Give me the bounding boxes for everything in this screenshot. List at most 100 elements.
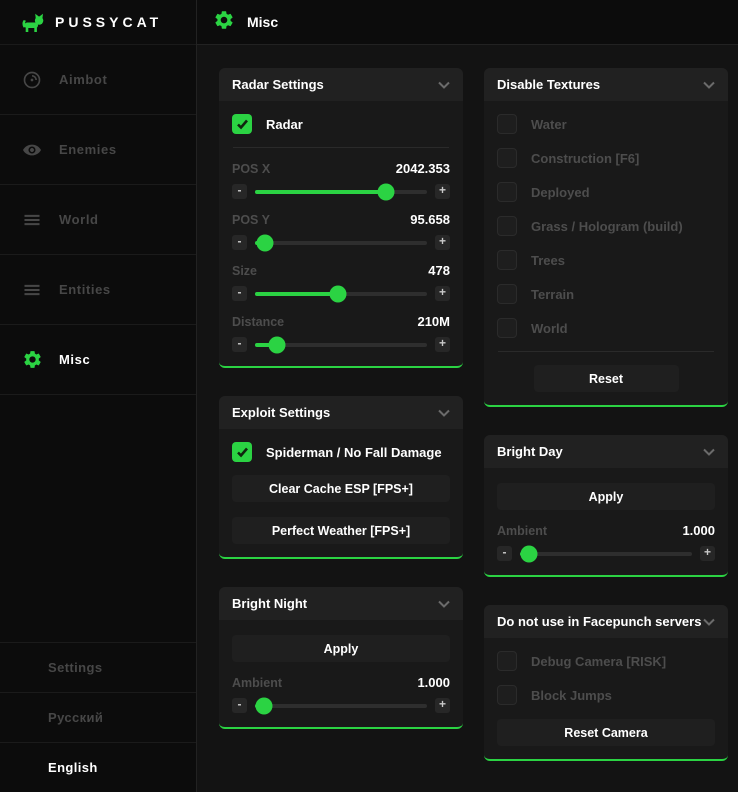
minus-button[interactable]: - bbox=[232, 286, 247, 301]
sidebar-item-label: Enemies bbox=[59, 142, 117, 157]
slider-label: Ambient bbox=[497, 524, 547, 538]
ambient-slider[interactable]: - + bbox=[232, 697, 450, 714]
checkbox-checked[interactable] bbox=[232, 442, 252, 462]
reset-camera-button[interactable]: Reset Camera bbox=[497, 719, 715, 746]
plus-button[interactable]: + bbox=[700, 546, 715, 561]
distance-slider-group: Distance 210M - + bbox=[232, 314, 450, 353]
posy-slider[interactable]: - + bbox=[232, 234, 450, 251]
slider-value: 1.000 bbox=[682, 523, 715, 538]
slider-thumb[interactable] bbox=[257, 234, 274, 251]
checkbox-unchecked[interactable] bbox=[497, 318, 517, 338]
content: Radar Settings Radar bbox=[197, 45, 738, 792]
plus-button[interactable]: + bbox=[435, 337, 450, 352]
minus-button[interactable]: - bbox=[232, 698, 247, 713]
posx-slider-group: POS X 2042.353 - + bbox=[232, 161, 450, 200]
plus-button[interactable]: + bbox=[435, 286, 450, 301]
deployed-checkbox-row[interactable]: Deployed bbox=[497, 182, 715, 202]
checkbox-checked[interactable] bbox=[232, 114, 252, 134]
exploit-settings-header[interactable]: Exploit Settings bbox=[219, 396, 463, 429]
apply-button[interactable]: Apply bbox=[232, 635, 450, 662]
block-jumps-checkbox-row[interactable]: Block Jumps bbox=[497, 685, 715, 705]
slider-value: 95.658 bbox=[410, 212, 450, 227]
water-checkbox-row[interactable]: Water bbox=[497, 114, 715, 134]
checkbox-label: World bbox=[531, 321, 568, 336]
perfect-weather-button[interactable]: Perfect Weather [FPS+] bbox=[232, 517, 450, 544]
size-slider[interactable]: - + bbox=[232, 285, 450, 302]
slider-thumb[interactable] bbox=[255, 697, 272, 714]
checkbox-unchecked[interactable] bbox=[497, 284, 517, 304]
radar-settings-header[interactable]: Radar Settings bbox=[219, 68, 463, 101]
slider-track[interactable] bbox=[255, 704, 427, 708]
plus-button[interactable]: + bbox=[435, 235, 450, 250]
panel-title: Bright Night bbox=[232, 596, 307, 611]
sidebar-item-language-english[interactable]: English bbox=[0, 742, 196, 792]
sidebar-item-aimbot[interactable]: Aimbot bbox=[0, 45, 196, 115]
slider-thumb[interactable] bbox=[520, 545, 537, 562]
slider-track[interactable] bbox=[520, 552, 692, 556]
app-window: PUSSYCAT Aimbot Enemies bbox=[0, 0, 738, 792]
slider-thumb[interactable] bbox=[329, 285, 346, 302]
slider-label: Distance bbox=[232, 315, 284, 329]
checkbox-label: Debug Camera [RISK] bbox=[531, 654, 666, 669]
checkbox-unchecked[interactable] bbox=[497, 250, 517, 270]
sidebar-item-language-russian[interactable]: Русский bbox=[0, 692, 196, 742]
ambient-slider-group: Ambient 1.000 - + bbox=[232, 675, 450, 714]
plus-button[interactable]: + bbox=[435, 698, 450, 713]
radar-toggle[interactable]: Radar bbox=[232, 114, 450, 134]
minus-button[interactable]: - bbox=[232, 184, 247, 199]
slider-track[interactable] bbox=[255, 343, 427, 347]
construction-checkbox-row[interactable]: Construction [F6] bbox=[497, 148, 715, 168]
checkbox-unchecked[interactable] bbox=[497, 182, 517, 202]
minus-button[interactable]: - bbox=[232, 337, 247, 352]
apply-button[interactable]: Apply bbox=[497, 483, 715, 510]
minus-button[interactable]: - bbox=[497, 546, 512, 561]
checkbox-unchecked[interactable] bbox=[497, 685, 517, 705]
chevron-down-icon bbox=[703, 448, 715, 456]
slider-track[interactable] bbox=[255, 190, 427, 194]
slider-value: 478 bbox=[428, 263, 450, 278]
facepunch-header[interactable]: Do not use in Facepunch servers bbox=[484, 605, 728, 638]
divider bbox=[498, 351, 714, 352]
slider-label: Ambient bbox=[232, 676, 282, 690]
gear-icon bbox=[21, 349, 43, 371]
sidebar-item-settings[interactable]: Settings bbox=[0, 642, 196, 692]
world-checkbox-row[interactable]: World bbox=[497, 318, 715, 338]
slider-thumb[interactable] bbox=[377, 183, 394, 200]
clear-cache-esp-button[interactable]: Clear Cache ESP [FPS+] bbox=[232, 475, 450, 502]
bright-day-panel: Bright Day Apply Ambient 1.000 - bbox=[484, 435, 728, 577]
checkbox-unchecked[interactable] bbox=[497, 148, 517, 168]
disable-textures-header[interactable]: Disable Textures bbox=[484, 68, 728, 101]
sidebar-item-label: World bbox=[59, 212, 99, 227]
minus-button[interactable]: - bbox=[232, 235, 247, 250]
terrain-checkbox-row[interactable]: Terrain bbox=[497, 284, 715, 304]
slider-label: Size bbox=[232, 264, 257, 278]
grass-checkbox-row[interactable]: Grass / Hologram (build) bbox=[497, 216, 715, 236]
exploit-settings-panel: Exploit Settings Spiderman / No Fall Dam… bbox=[219, 396, 463, 559]
check-icon bbox=[236, 447, 249, 458]
bright-night-header[interactable]: Bright Night bbox=[219, 587, 463, 620]
spiderman-toggle[interactable]: Spiderman / No Fall Damage bbox=[232, 442, 450, 462]
main-area: Misc Radar Settings Rad bbox=[197, 0, 738, 792]
sidebar-item-label: Misc bbox=[59, 352, 90, 367]
sidebar-item-world[interactable]: World bbox=[0, 185, 196, 255]
distance-slider[interactable]: - + bbox=[232, 336, 450, 353]
sidebar-item-enemies[interactable]: Enemies bbox=[0, 115, 196, 185]
sidebar-item-entities[interactable]: Entities bbox=[0, 255, 196, 325]
panel-body: Debug Camera [RISK] Block Jumps Reset Ca… bbox=[484, 638, 728, 759]
slider-track[interactable] bbox=[255, 292, 427, 296]
posx-slider[interactable]: - + bbox=[232, 183, 450, 200]
slider-track[interactable] bbox=[255, 241, 427, 245]
slider-thumb[interactable] bbox=[269, 336, 286, 353]
bright-day-header[interactable]: Bright Day bbox=[484, 435, 728, 468]
checkbox-unchecked[interactable] bbox=[497, 651, 517, 671]
panel-title: Disable Textures bbox=[497, 77, 600, 92]
trees-checkbox-row[interactable]: Trees bbox=[497, 250, 715, 270]
ambient-slider[interactable]: - + bbox=[497, 545, 715, 562]
debug-camera-checkbox-row[interactable]: Debug Camera [RISK] bbox=[497, 651, 715, 671]
checkbox-unchecked[interactable] bbox=[497, 114, 517, 134]
checkbox-unchecked[interactable] bbox=[497, 216, 517, 236]
panel-body: Water Construction [F6] Deployed Gr bbox=[484, 101, 728, 405]
plus-button[interactable]: + bbox=[435, 184, 450, 199]
sidebar-item-misc[interactable]: Misc bbox=[0, 325, 196, 395]
reset-button[interactable]: Reset bbox=[534, 365, 679, 392]
